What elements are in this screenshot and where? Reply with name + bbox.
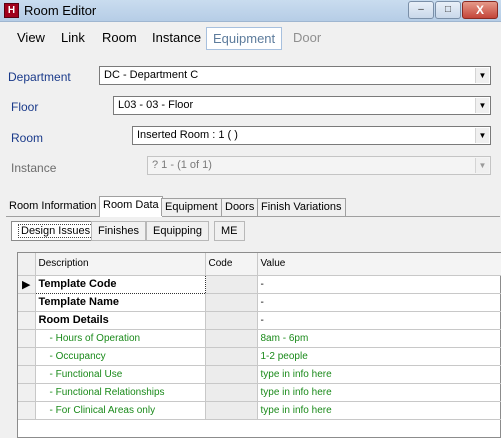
column-header-description[interactable]: Description <box>35 253 206 276</box>
department-value: DC - Department C <box>104 69 199 81</box>
description-cell[interactable]: - Functional Relationships <box>35 383 206 402</box>
row-selector[interactable] <box>18 293 36 312</box>
chevron-down-icon: ▼ <box>475 158 489 173</box>
room-value: Inserted Room : 1 ( ) <box>137 129 238 141</box>
instance-value: ? 1 - (1 of 1) <box>152 159 212 171</box>
tab-doors[interactable]: Doors <box>221 198 259 216</box>
tab-equipment[interactable]: Equipment <box>161 198 222 216</box>
chevron-down-icon[interactable]: ▼ <box>475 98 489 113</box>
row-selector[interactable] <box>18 365 36 384</box>
room-label: Room <box>11 131 44 145</box>
value-cell[interactable]: - <box>257 293 501 312</box>
title-bar[interactable]: H Room Editor – □ X <box>0 0 501 22</box>
floor-label: Floor <box>11 100 39 114</box>
description-cell[interactable]: - Hours of Operation <box>35 329 206 348</box>
subtab-design-issues[interactable]: Design Issues <box>11 221 101 241</box>
menu-room[interactable]: Room <box>96 27 143 50</box>
room-dropdown[interactable]: Inserted Room : 1 ( ) ▼ <box>132 126 491 145</box>
value-cell[interactable]: 1-2 people <box>257 347 501 366</box>
department-dropdown[interactable]: DC - Department C ▼ <box>99 66 491 85</box>
description-cell[interactable]: Room Details <box>35 311 206 330</box>
row-selector[interactable] <box>18 329 36 348</box>
floor-value: L03 - 03 - Floor <box>118 99 194 111</box>
row-selector[interactable] <box>18 383 36 402</box>
chevron-down-icon[interactable]: ▼ <box>475 68 489 83</box>
maximize-button[interactable]: □ <box>435 1 461 19</box>
code-cell[interactable] <box>205 401 258 420</box>
row-selector[interactable]: ▶ <box>18 275 36 294</box>
room-editor-window: H Room Editor – □ X View Link Room Insta… <box>0 0 501 438</box>
value-cell[interactable]: 8am - 6pm <box>257 329 501 348</box>
code-cell[interactable] <box>205 383 258 402</box>
table-row[interactable]: - Functional Relationships type in info … <box>18 383 501 402</box>
window-title: Room Editor <box>24 3 97 18</box>
value-cell[interactable]: type in info here <box>257 365 501 384</box>
design-issues-grid: Description Code Value ▶ Template Code -… <box>17 252 501 438</box>
minimize-button[interactable]: – <box>408 1 434 19</box>
table-row[interactable]: Room Details - <box>18 311 501 330</box>
code-cell[interactable] <box>205 275 258 294</box>
grid-header-row: Description Code Value <box>18 253 501 276</box>
table-row[interactable]: Template Name - <box>18 293 501 312</box>
close-button[interactable]: X <box>462 1 498 19</box>
tab-finish-variations[interactable]: Finish Variations <box>257 198 346 216</box>
menu-bar: View Link Room Instance Equipment Door <box>0 23 501 54</box>
menu-door: Door <box>293 30 322 45</box>
description-cell[interactable]: - Functional Use <box>35 365 206 384</box>
subtab-finishes[interactable]: Finishes <box>91 221 146 241</box>
description-cell[interactable]: - Occupancy <box>35 347 206 366</box>
app-logo-letter: H <box>7 5 16 16</box>
tab-room-data[interactable]: Room Data <box>99 196 163 217</box>
value-cell[interactable]: - <box>257 275 501 294</box>
code-cell[interactable] <box>205 329 258 348</box>
value-cell[interactable]: type in info here <box>257 383 501 402</box>
table-row[interactable]: - For Clinical Areas only type in info h… <box>18 401 501 420</box>
column-header-code[interactable]: Code <box>205 253 258 276</box>
table-row[interactable]: - Hours of Operation 8am - 6pm <box>18 329 501 348</box>
menu-view[interactable]: View <box>11 27 51 50</box>
table-row[interactable]: - Functional Use type in info here <box>18 365 501 384</box>
app-logo-icon: H <box>4 3 19 18</box>
subtab-design-issues-label: Design Issues <box>18 224 94 238</box>
row-selector[interactable] <box>18 311 36 330</box>
value-cell[interactable]: type in info here <box>257 401 501 420</box>
code-cell[interactable] <box>205 347 258 366</box>
row-selector[interactable] <box>18 401 36 420</box>
description-cell[interactable]: Template Name <box>35 293 206 312</box>
instance-label: Instance <box>11 161 57 175</box>
code-cell[interactable] <box>205 365 258 384</box>
department-label: Department <box>8 70 71 84</box>
description-cell[interactable]: - For Clinical Areas only <box>35 401 206 420</box>
instance-dropdown: ? 1 - (1 of 1) ▼ <box>147 156 491 175</box>
menu-equipment[interactable]: Equipment <box>206 27 283 50</box>
table-row[interactable]: - Occupancy 1-2 people <box>18 347 501 366</box>
current-row-pointer-icon: ▶ <box>22 278 31 291</box>
code-cell[interactable] <box>205 311 258 330</box>
floor-dropdown[interactable]: L03 - 03 - Floor ▼ <box>113 96 491 115</box>
grid-corner <box>18 253 36 276</box>
column-header-value[interactable]: Value <box>257 253 501 276</box>
menu-link[interactable]: Link <box>55 27 91 50</box>
row-selector[interactable] <box>18 347 36 366</box>
subtab-me[interactable]: ME <box>214 221 245 241</box>
description-cell[interactable]: Template Code <box>34 274 206 294</box>
chevron-down-icon[interactable]: ▼ <box>475 128 489 143</box>
value-cell[interactable]: - <box>257 311 501 330</box>
menu-instance[interactable]: Instance <box>146 27 207 50</box>
subtab-equipping[interactable]: Equipping <box>146 221 209 241</box>
table-row[interactable]: ▶ Template Code - <box>18 274 501 294</box>
tab-room-information[interactable]: Room Information <box>6 198 99 216</box>
code-cell[interactable] <box>205 293 258 312</box>
